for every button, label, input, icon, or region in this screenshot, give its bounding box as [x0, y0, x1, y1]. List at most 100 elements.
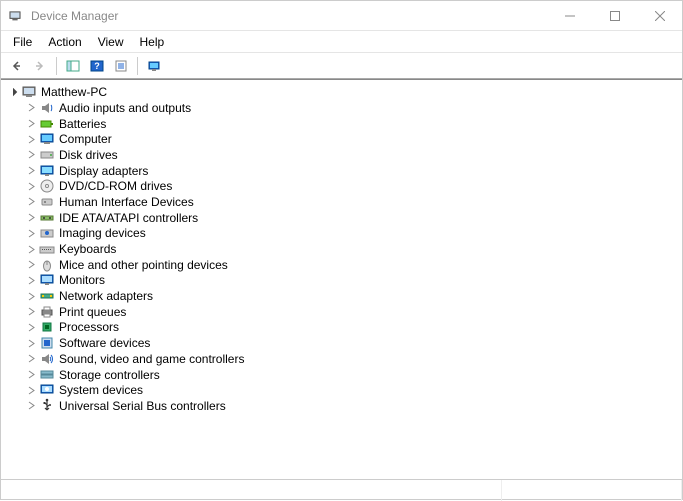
- tree-node[interactable]: DVD/CD-ROM drives: [3, 178, 680, 194]
- tree-node-label: Imaging devices: [59, 226, 146, 240]
- tree-node[interactable]: Print queues: [3, 304, 680, 320]
- chevron-right-icon[interactable]: [25, 306, 37, 318]
- tree-node-label: Keyboards: [59, 242, 116, 256]
- computer-icon: [39, 131, 55, 147]
- chevron-right-icon[interactable]: [25, 212, 37, 224]
- chevron-right-icon[interactable]: [25, 321, 37, 333]
- chevron-right-icon[interactable]: [25, 227, 37, 239]
- show-hide-tree-button[interactable]: [62, 55, 84, 77]
- chevron-right-icon[interactable]: [25, 353, 37, 365]
- chevron-right-icon[interactable]: [25, 149, 37, 161]
- tree-node-label: System devices: [59, 383, 143, 397]
- toolbar-separator: [56, 57, 57, 75]
- window-controls: [547, 1, 682, 31]
- svg-text:?: ?: [94, 61, 100, 71]
- computer-root-icon: [21, 84, 37, 100]
- tree-node-label: Audio inputs and outputs: [59, 101, 191, 115]
- tree-node[interactable]: Software devices: [3, 335, 680, 351]
- window-title: Device Manager: [29, 9, 547, 23]
- network-icon: [39, 288, 55, 304]
- tree-node[interactable]: Imaging devices: [3, 226, 680, 242]
- menu-help[interactable]: Help: [132, 33, 173, 51]
- tree-node[interactable]: Universal Serial Bus controllers: [3, 398, 680, 414]
- chevron-right-icon[interactable]: [25, 165, 37, 177]
- device-tree-panel[interactable]: Matthew-PC Audio inputs and outputs Batte…: [1, 79, 682, 479]
- tree-root-node[interactable]: Matthew-PC: [3, 84, 680, 100]
- back-button[interactable]: [5, 55, 27, 77]
- root-label: Matthew-PC: [41, 85, 107, 99]
- chevron-right-icon[interactable]: [25, 384, 37, 396]
- ide-icon: [39, 210, 55, 226]
- menu-action[interactable]: Action: [40, 33, 89, 51]
- menu-view[interactable]: View: [90, 33, 132, 51]
- tree-node-label: DVD/CD-ROM drives: [59, 179, 172, 193]
- tree-node-label: IDE ATA/ATAPI controllers: [59, 211, 198, 225]
- imaging-icon: [39, 225, 55, 241]
- chevron-right-icon[interactable]: [25, 369, 37, 381]
- chevron-right-icon[interactable]: [25, 243, 37, 255]
- tree-node-label: Network adapters: [59, 289, 153, 303]
- monitor-icon: [39, 272, 55, 288]
- tree-node[interactable]: Storage controllers: [3, 367, 680, 383]
- tree-node-label: Mice and other pointing devices: [59, 258, 228, 272]
- tree-node[interactable]: System devices: [3, 382, 680, 398]
- tree-node[interactable]: Monitors: [3, 273, 680, 289]
- maximize-button[interactable]: [592, 1, 637, 31]
- tree-node-label: Disk drives: [59, 148, 118, 162]
- tree-node-label: Processors: [59, 320, 119, 334]
- menu-file[interactable]: File: [5, 33, 40, 51]
- chevron-right-icon[interactable]: [25, 400, 37, 412]
- chevron-right-icon[interactable]: [25, 133, 37, 145]
- tree-node[interactable]: Sound, video and game controllers: [3, 351, 680, 367]
- chevron-right-icon[interactable]: [25, 337, 37, 349]
- tree-node[interactable]: Network adapters: [3, 288, 680, 304]
- chevron-right-icon[interactable]: [25, 274, 37, 286]
- display-icon: [39, 163, 55, 179]
- menubar: File Action View Help: [1, 31, 682, 53]
- storage-icon: [39, 367, 55, 383]
- tree-node-label: Human Interface Devices: [59, 195, 194, 209]
- status-panel-left: [1, 480, 502, 501]
- forward-button[interactable]: [29, 55, 51, 77]
- tree-node[interactable]: IDE ATA/ATAPI controllers: [3, 210, 680, 226]
- chevron-down-icon[interactable]: [7, 86, 19, 98]
- mouse-icon: [39, 257, 55, 273]
- battery-icon: [39, 116, 55, 132]
- chevron-right-icon[interactable]: [25, 290, 37, 302]
- tree-node[interactable]: Batteries: [3, 116, 680, 132]
- tree-node[interactable]: Mice and other pointing devices: [3, 257, 680, 273]
- chevron-right-icon[interactable]: [25, 118, 37, 130]
- dvd-icon: [39, 178, 55, 194]
- tree-node[interactable]: Keyboards: [3, 241, 680, 257]
- chevron-right-icon[interactable]: [25, 196, 37, 208]
- tree-node-label: Monitors: [59, 273, 105, 287]
- properties-button[interactable]: [110, 55, 132, 77]
- minimize-button[interactable]: [547, 1, 592, 31]
- software-icon: [39, 335, 55, 351]
- tree-node[interactable]: Processors: [3, 320, 680, 336]
- scan-hardware-button[interactable]: [143, 55, 165, 77]
- tree-node-label: Storage controllers: [59, 368, 160, 382]
- tree-node[interactable]: Display adapters: [3, 163, 680, 179]
- help-button[interactable]: ?: [86, 55, 108, 77]
- titlebar: Device Manager: [1, 1, 682, 31]
- hid-icon: [39, 194, 55, 210]
- keyboard-icon: [39, 241, 55, 257]
- tree-node-label: Software devices: [59, 336, 150, 350]
- chevron-right-icon[interactable]: [25, 259, 37, 271]
- tree-node[interactable]: Audio inputs and outputs: [3, 100, 680, 116]
- close-button[interactable]: [637, 1, 682, 31]
- processor-icon: [39, 319, 55, 335]
- tree-node-label: Batteries: [59, 117, 106, 131]
- tree-node-label: Display adapters: [59, 164, 148, 178]
- system-icon: [39, 382, 55, 398]
- chevron-right-icon[interactable]: [25, 102, 37, 114]
- tree-node[interactable]: Human Interface Devices: [3, 194, 680, 210]
- chevron-right-icon[interactable]: [25, 180, 37, 192]
- usb-icon: [39, 398, 55, 414]
- tree-node[interactable]: Disk drives: [3, 147, 680, 163]
- tree-node-label: Computer: [59, 132, 112, 146]
- tree-node[interactable]: Computer: [3, 131, 680, 147]
- printer-icon: [39, 304, 55, 320]
- tree-node-label: Universal Serial Bus controllers: [59, 399, 226, 413]
